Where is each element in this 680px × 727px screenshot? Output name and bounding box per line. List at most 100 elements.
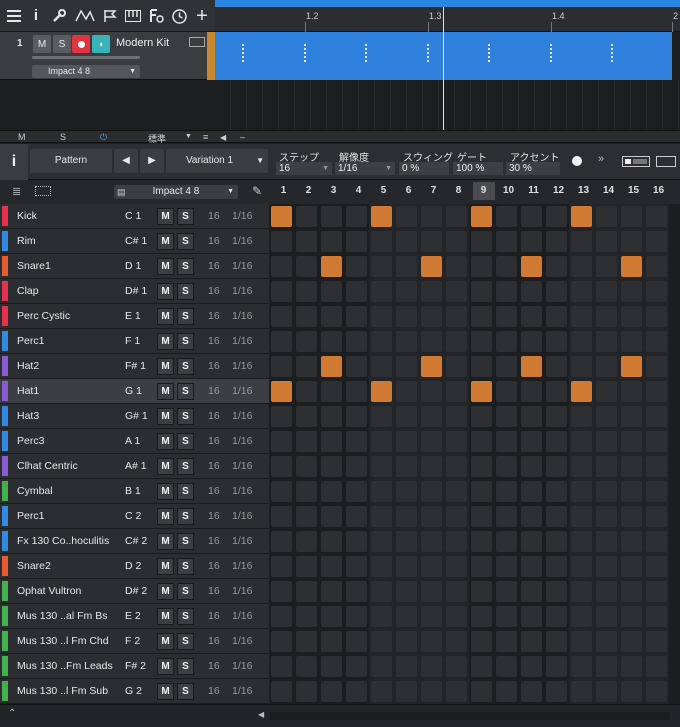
instrument-row[interactable]: Kick C 1 M S 16 1/16 (0, 204, 269, 229)
wrench-icon[interactable] (50, 7, 68, 25)
playhead-cursor[interactable] (443, 7, 444, 130)
step-cell[interactable] (521, 281, 542, 302)
step-cell[interactable] (271, 531, 292, 552)
step-cell[interactable] (446, 406, 467, 427)
step-cell[interactable] (646, 531, 667, 552)
step-cell[interactable] (446, 531, 467, 552)
instrument-row[interactable]: Perc1 C 2 M S 16 1/16 (0, 504, 269, 529)
accent-field[interactable]: 30 % (506, 162, 560, 175)
row-steps[interactable]: 16 (208, 535, 220, 547)
step-cell[interactable] (596, 306, 617, 327)
step-cell[interactable] (496, 656, 517, 677)
step-cell[interactable] (421, 431, 442, 452)
row-steps[interactable]: 16 (208, 435, 220, 447)
step-cell[interactable] (571, 356, 592, 377)
step-cell[interactable] (396, 456, 417, 477)
step-cell[interactable] (296, 531, 317, 552)
step-cell[interactable] (571, 481, 592, 502)
step-cell[interactable] (346, 556, 367, 577)
row-steps[interactable]: 16 (208, 685, 220, 697)
step-number[interactable]: 16 (648, 185, 670, 196)
keyboard-icon[interactable] (189, 37, 205, 47)
step-cell[interactable] (471, 556, 492, 577)
step-cell[interactable] (596, 581, 617, 602)
step-cell[interactable] (321, 556, 342, 577)
step-cell[interactable] (521, 206, 542, 227)
row-resolution[interactable]: 1/16 (232, 610, 252, 622)
row-mute-button[interactable]: M (157, 458, 174, 475)
step-cell-active[interactable] (271, 206, 292, 227)
step-cell[interactable] (371, 556, 392, 577)
row-solo-button[interactable]: S (177, 383, 194, 400)
clock-icon[interactable] (170, 7, 188, 25)
instrument-name[interactable]: Snare2 (17, 560, 51, 572)
step-cell[interactable] (296, 456, 317, 477)
step-cell[interactable] (596, 506, 617, 527)
row-mute-button[interactable]: M (157, 558, 174, 575)
step-cell[interactable] (271, 481, 292, 502)
row-steps[interactable]: 16 (208, 610, 220, 622)
row-solo-button[interactable]: S (177, 658, 194, 675)
step-cell[interactable] (546, 531, 567, 552)
step-cell[interactable] (446, 306, 467, 327)
instrument-name[interactable]: Mus 130 ..l Fm Chd (17, 635, 109, 647)
row-resolution[interactable]: 1/16 (232, 285, 252, 297)
step-number[interactable]: 14 (598, 185, 620, 196)
step-cell[interactable] (646, 581, 667, 602)
row-mute-button[interactable]: M (157, 258, 174, 275)
step-cell[interactable] (496, 531, 517, 552)
step-cell[interactable] (646, 631, 667, 652)
step-cell[interactable] (496, 431, 517, 452)
step-cell[interactable] (421, 406, 442, 427)
step-cell[interactable] (321, 656, 342, 677)
row-solo-button[interactable]: S (177, 683, 194, 700)
step-cell[interactable] (296, 406, 317, 427)
record-arm-button[interactable] (72, 35, 90, 53)
step-cell[interactable] (321, 206, 342, 227)
step-cell[interactable] (496, 581, 517, 602)
step-cell[interactable] (346, 231, 367, 252)
row-steps[interactable]: 16 (208, 585, 220, 597)
step-cell[interactable] (446, 656, 467, 677)
step-cell[interactable] (396, 506, 417, 527)
step-cell[interactable] (596, 231, 617, 252)
step-cell[interactable] (346, 681, 367, 702)
step-cell[interactable] (396, 656, 417, 677)
next-variation-button[interactable]: ▶ (140, 149, 164, 173)
step-cell[interactable] (496, 206, 517, 227)
row-solo-button[interactable]: S (177, 408, 194, 425)
step-cell[interactable] (646, 606, 667, 627)
menu-icon[interactable] (5, 7, 23, 25)
step-cell[interactable] (521, 231, 542, 252)
row-mute-button[interactable]: M (157, 333, 174, 350)
instrument-name[interactable]: Kick (17, 210, 37, 222)
step-cell[interactable] (471, 281, 492, 302)
step-cell[interactable] (321, 381, 342, 402)
prev-variation-button[interactable]: ◀ (114, 149, 138, 173)
step-cell[interactable] (646, 206, 667, 227)
step-cell[interactable] (371, 231, 392, 252)
step-cell[interactable] (346, 381, 367, 402)
step-cell[interactable] (421, 206, 442, 227)
step-cell[interactable] (396, 406, 417, 427)
row-steps[interactable]: 16 (208, 510, 220, 522)
step-cell[interactable] (321, 331, 342, 352)
instrument-name[interactable]: Perc1 (17, 510, 44, 522)
step-cell[interactable] (396, 581, 417, 602)
row-mute-button[interactable]: M (157, 608, 174, 625)
info-icon[interactable]: i (0, 144, 28, 180)
row-resolution[interactable]: 1/16 (232, 260, 252, 272)
row-solo-button[interactable]: S (177, 233, 194, 250)
step-cell[interactable] (646, 506, 667, 527)
step-cell[interactable] (271, 581, 292, 602)
step-cell[interactable] (396, 431, 417, 452)
step-cell[interactable] (496, 231, 517, 252)
row-resolution[interactable]: 1/16 (232, 235, 252, 247)
row-mute-button[interactable]: M (157, 633, 174, 650)
instrument-row[interactable]: Cymbal B 1 M S 16 1/16 (0, 479, 269, 504)
row-mute-button[interactable]: M (157, 683, 174, 700)
instrument-row[interactable]: Mus 130 ..l Fm Sub G 2 M S 16 1/16 (0, 679, 269, 704)
step-cell[interactable] (571, 556, 592, 577)
step-cell[interactable] (346, 431, 367, 452)
row-resolution[interactable]: 1/16 (232, 435, 252, 447)
